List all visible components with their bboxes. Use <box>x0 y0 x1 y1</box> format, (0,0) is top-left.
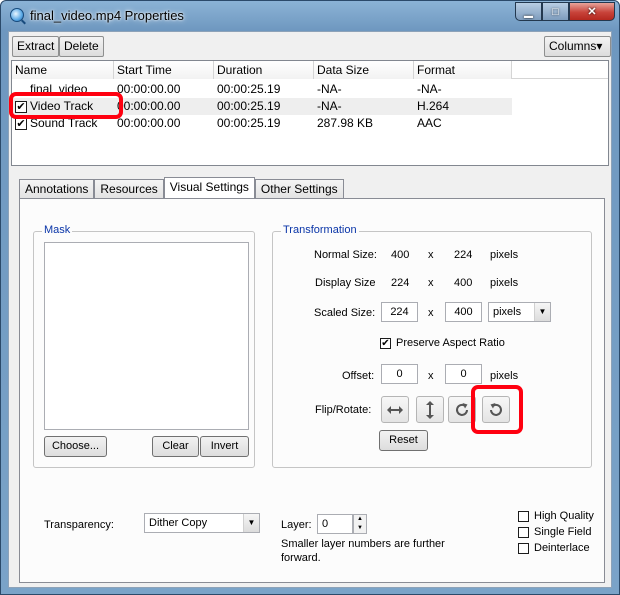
flip-rotate-label: Flip/Rotate: <box>315 404 372 416</box>
track-enabled-checkbox[interactable]: ✔ <box>15 117 27 130</box>
scale-units-value: pixels <box>493 306 522 318</box>
offset-x-input[interactable]: 0 <box>381 364 418 384</box>
layer-label: Layer: <box>281 519 312 531</box>
transparency-value: Dither Copy <box>149 517 208 529</box>
properties-window: final_video.mp4 Properties ▁ □ ✕ Extract… <box>0 0 620 595</box>
track-duration: 00:00:25.19 <box>217 99 281 113</box>
offset-y-input[interactable]: 0 <box>445 364 482 384</box>
mask-group: Mask Choose... Clear Invert <box>33 224 255 468</box>
scale-units-select[interactable]: pixels ▼ <box>488 302 551 322</box>
deinterlace-checkbox[interactable]: Deinterlace <box>518 542 590 554</box>
track-size: 287.98 KB <box>317 116 374 130</box>
tab-resources[interactable]: Resources <box>94 179 164 198</box>
visual-settings-panel: Mask Choose... Clear Invert Transformati… <box>19 198 605 583</box>
times-sign: x <box>428 249 434 261</box>
extract-button[interactable]: Extract <box>12 36 60 57</box>
flip-horizontal-icon <box>387 405 403 414</box>
track-size: -NA- <box>317 82 342 96</box>
display-width: 224 <box>391 277 410 289</box>
track-duration: 00:00:25.19 <box>217 116 281 130</box>
track-start: 00:00:00.00 <box>117 99 181 113</box>
stepper-up-icon[interactable]: ▲ <box>354 515 366 524</box>
chevron-down-icon: ▼ <box>243 514 259 532</box>
single-field-label: Single Field <box>534 526 592 538</box>
track-start: 00:00:00.00 <box>117 116 181 130</box>
window-title: final_video.mp4 Properties <box>30 8 184 23</box>
quicktime-app-icon <box>10 8 24 22</box>
times-sign: x <box>428 277 434 289</box>
tab-annotations[interactable]: Annotations <box>19 179 95 198</box>
transparency-label: Transparency: <box>44 519 114 531</box>
times-sign: x <box>428 307 434 319</box>
column-header-duration[interactable]: Duration <box>214 61 314 79</box>
column-header-start-time[interactable]: Start Time <box>114 61 214 79</box>
stepper-down-icon[interactable]: ▼ <box>354 524 366 533</box>
single-field-checkbox[interactable]: Single Field <box>518 526 591 538</box>
mask-group-title: Mask <box>42 224 73 236</box>
flip-vertical-icon <box>426 400 434 419</box>
column-header-data-size[interactable]: Data Size <box>314 61 414 79</box>
track-format: H.264 <box>417 99 450 113</box>
column-header-format[interactable]: Format <box>414 61 512 79</box>
pixels-unit: pixels <box>490 277 519 289</box>
title-bar[interactable]: final_video.mp4 Properties ▁ □ ✕ <box>1 1 619 31</box>
scaled-width-input[interactable]: 224 <box>381 302 418 322</box>
checkbox-box <box>518 510 529 522</box>
flip-vertical-button[interactable] <box>416 396 444 423</box>
display-height: 400 <box>454 277 473 289</box>
window-controls: ▁ □ ✕ <box>515 2 615 22</box>
invert-mask-button[interactable]: Invert <box>200 436 249 457</box>
normal-width: 400 <box>391 249 410 261</box>
track-format: -NA- <box>417 82 442 96</box>
tab-other-settings[interactable]: Other Settings <box>254 179 344 198</box>
delete-button[interactable]: Delete <box>59 36 104 57</box>
checkmark-icon: ✔ <box>380 337 391 349</box>
layer-stepper[interactable]: ▲ ▼ <box>353 514 367 534</box>
high-quality-checkbox[interactable]: High Quality <box>518 510 594 522</box>
scaled-height-input[interactable]: 400 <box>445 302 482 322</box>
scaled-size-label: Scaled Size: <box>314 307 376 319</box>
track-list-header: Name Start Time Duration Data Size Forma… <box>12 61 608 79</box>
column-header-name[interactable]: Name <box>12 61 114 79</box>
video-track-highlight <box>9 92 123 119</box>
tab-visual-settings[interactable]: Visual Settings <box>163 177 255 198</box>
transformation-group: Transformation Normal Size: 400 x 224 pi… <box>272 224 592 468</box>
maximize-button[interactable]: □ <box>542 2 569 21</box>
track-duration: 00:00:25.19 <box>217 82 281 96</box>
pixels-unit: pixels <box>490 370 519 382</box>
rotate-clockwise-icon <box>456 402 468 416</box>
display-size-label: Display Size <box>315 277 376 289</box>
choose-mask-button[interactable]: Choose... <box>44 436 107 457</box>
deinterlace-label: Deinterlace <box>534 542 590 554</box>
preserve-aspect-ratio-checkbox[interactable]: ✔ Preserve Aspect Ratio <box>380 337 505 349</box>
offset-label: Offset: <box>342 370 375 382</box>
clear-mask-button[interactable]: Clear <box>152 436 199 457</box>
normal-height: 224 <box>454 249 473 261</box>
checkbox-box <box>518 526 529 538</box>
columns-button[interactable]: Columns▾ <box>544 36 611 57</box>
normal-size-label: Normal Size: <box>314 249 377 261</box>
mask-preview <box>44 242 249 430</box>
pixels-unit: pixels <box>490 249 519 261</box>
window-client-area: Extract Delete Columns▾ Name Start Time … <box>8 31 612 588</box>
transformation-group-title: Transformation <box>281 224 359 236</box>
track-start: 00:00:00.00 <box>117 82 181 96</box>
times-sign: x <box>428 370 434 382</box>
preserve-aspect-ratio-label: Preserve Aspect Ratio <box>396 337 505 349</box>
rotate-button-highlight <box>471 385 523 434</box>
reset-button[interactable]: Reset <box>379 430 428 451</box>
checkbox-box <box>518 542 529 554</box>
settings-tabs: Annotations Resources Visual Settings Ot… <box>19 177 344 198</box>
layer-hint: Smaller layer numbers are further forwar… <box>281 538 445 564</box>
close-button[interactable]: ✕ <box>569 2 615 21</box>
track-list[interactable]: Name Start Time Duration Data Size Forma… <box>9 60 609 166</box>
flip-horizontal-button[interactable] <box>381 396 409 423</box>
chevron-down-icon: ▼ <box>534 303 550 321</box>
transparency-select[interactable]: Dither Copy ▼ <box>144 513 260 533</box>
high-quality-label: High Quality <box>534 510 594 522</box>
track-size: -NA- <box>317 99 342 113</box>
track-format: AAC <box>417 116 442 130</box>
minimize-button[interactable]: ▁ <box>515 2 542 21</box>
layer-input[interactable]: 0 <box>317 514 353 534</box>
